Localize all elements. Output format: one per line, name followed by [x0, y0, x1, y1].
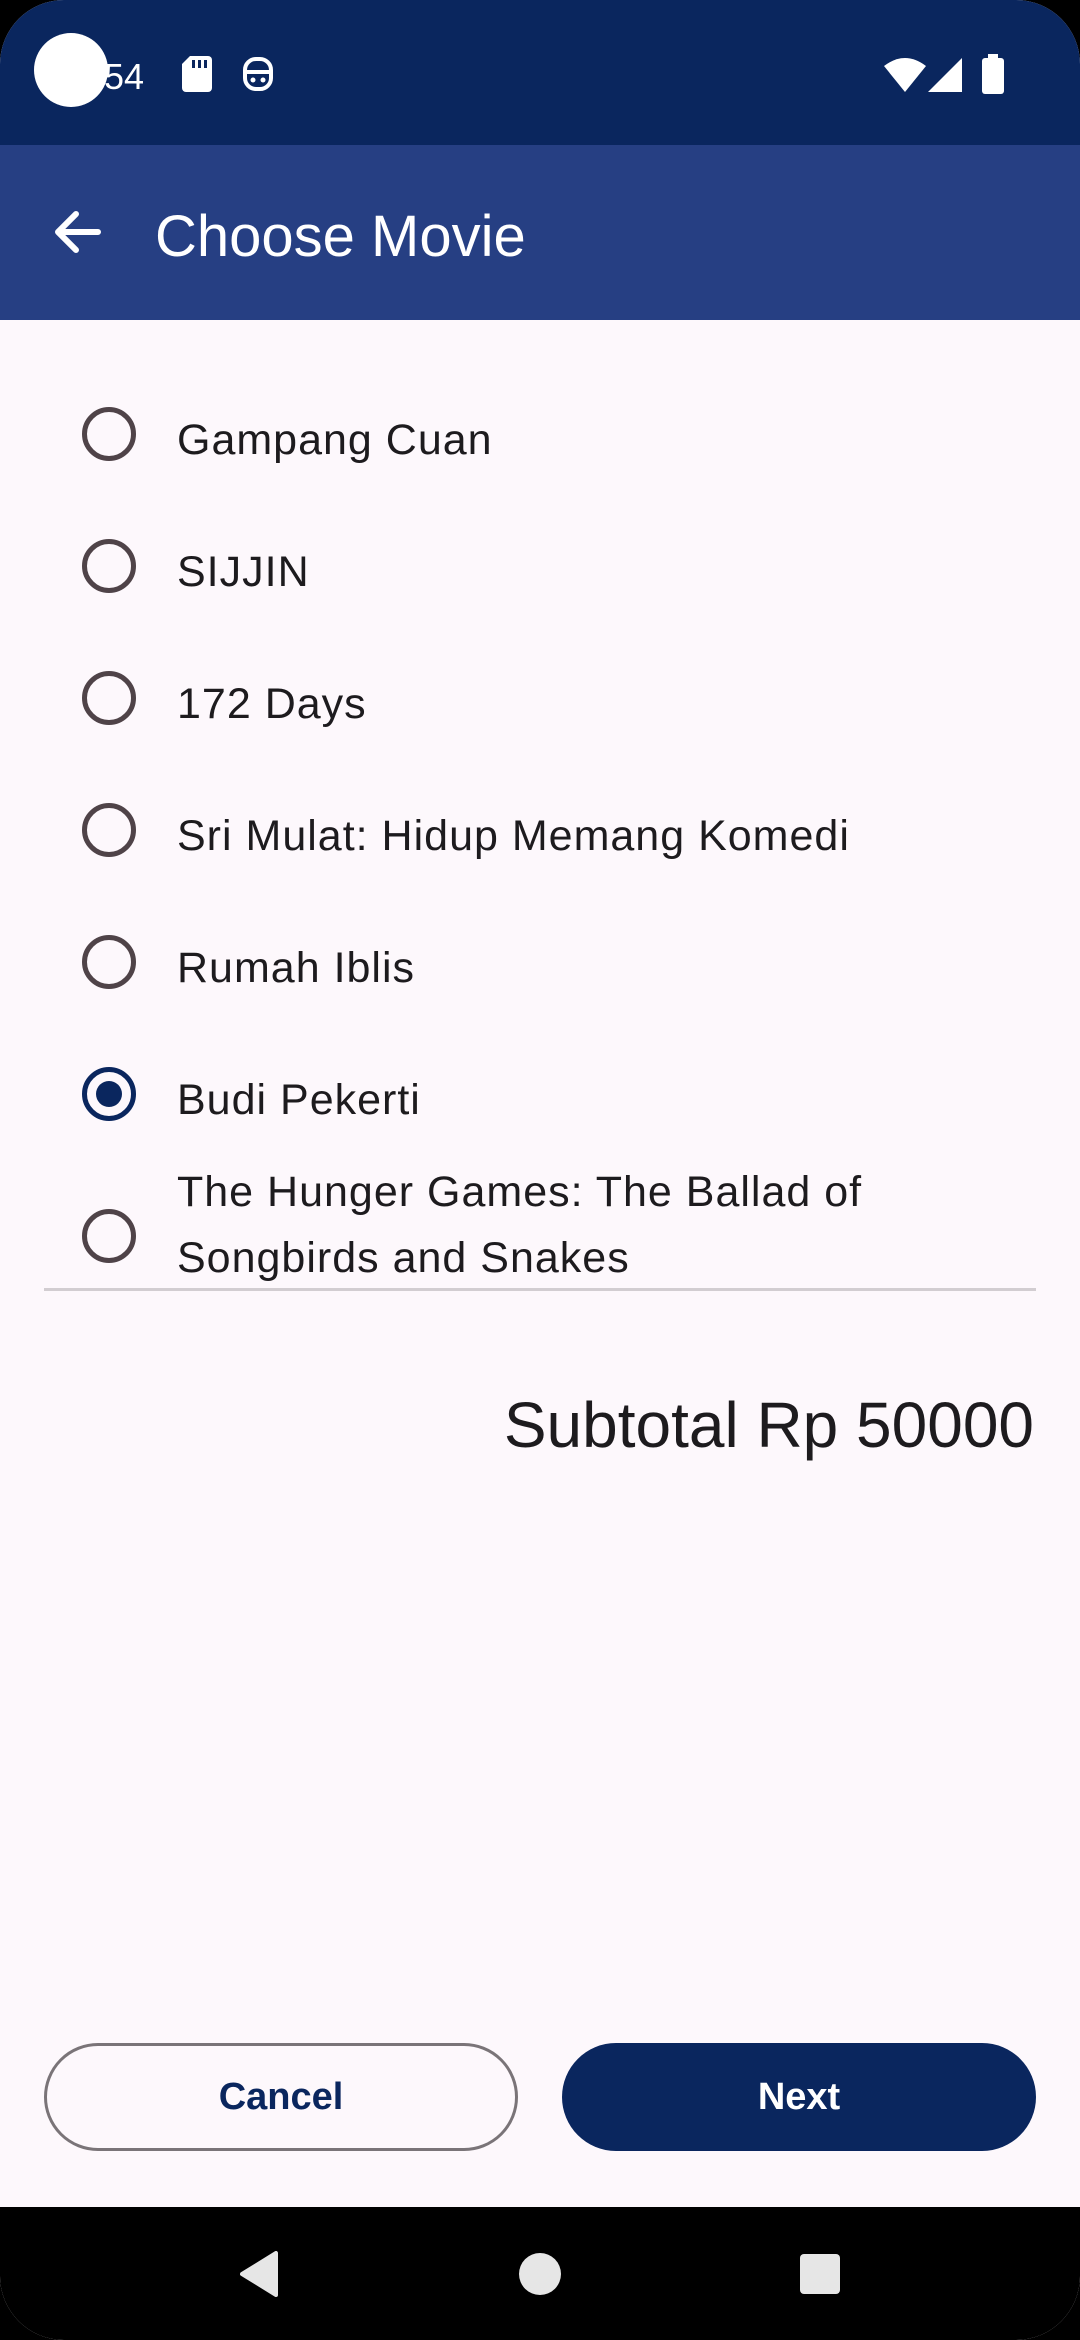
radio-button[interactable]	[82, 935, 136, 989]
divider	[44, 1288, 1036, 1291]
radio-button-selected[interactable]	[82, 1067, 136, 1121]
movie-label: Gampang Cuan	[177, 416, 493, 464]
movie-option[interactable]: Rumah Iblis	[0, 895, 1080, 1027]
camera-cutout	[34, 33, 108, 107]
nav-home-icon[interactable]	[510, 2207, 570, 2340]
movie-option[interactable]: 172 Days	[0, 631, 1080, 763]
nav-recents-icon[interactable]	[790, 2207, 850, 2340]
app-bar: Choose Movie	[0, 145, 1080, 320]
movie-label: SIJJIN	[177, 548, 310, 596]
movie-radio-group: Gampang Cuan SIJJIN 172 Days Sri Mulat: …	[0, 367, 1080, 1313]
movie-option[interactable]: Gampang Cuan	[0, 367, 1080, 499]
movie-label: 172 Days	[177, 680, 367, 728]
radio-button[interactable]	[82, 803, 136, 857]
page-title: Choose Movie	[155, 204, 526, 269]
radio-button[interactable]	[82, 539, 136, 593]
battery-icon	[982, 54, 1004, 94]
radio-button[interactable]	[82, 407, 136, 461]
movie-option[interactable]: Budi Pekerti	[0, 1027, 1080, 1159]
movie-label: Rumah Iblis	[177, 944, 416, 992]
nav-back-icon[interactable]	[230, 2207, 290, 2340]
movie-option[interactable]: SIJJIN	[0, 499, 1080, 631]
status-bar: 54	[0, 0, 1080, 145]
next-button[interactable]: Next	[562, 2043, 1036, 2151]
radio-button[interactable]	[82, 1209, 136, 1263]
subtotal-text: Subtotal Rp 50000	[503, 1389, 1034, 1461]
cancel-button[interactable]: Cancel	[44, 2043, 518, 2151]
movie-option[interactable]: Sri Mulat: Hidup Memang Komedi	[0, 763, 1080, 895]
movie-label: Sri Mulat: Hidup Memang Komedi	[177, 812, 850, 860]
face-icon	[243, 57, 273, 91]
signal-icon	[928, 58, 962, 92]
phone-screen: 54 Choose Movie Gampang Cuan SIJJIN 172 …	[0, 0, 1080, 2340]
system-nav-bar	[0, 2207, 1080, 2340]
radio-button[interactable]	[82, 671, 136, 725]
arrow-back-icon[interactable]	[48, 202, 108, 262]
status-time: 54	[104, 56, 145, 97]
movie-label: The Hunger Games: The Ballad of Songbird…	[177, 1168, 863, 1282]
sd-card-icon	[182, 56, 212, 92]
movie-label: Budi Pekerti	[177, 1076, 421, 1124]
wifi-icon	[884, 58, 926, 92]
